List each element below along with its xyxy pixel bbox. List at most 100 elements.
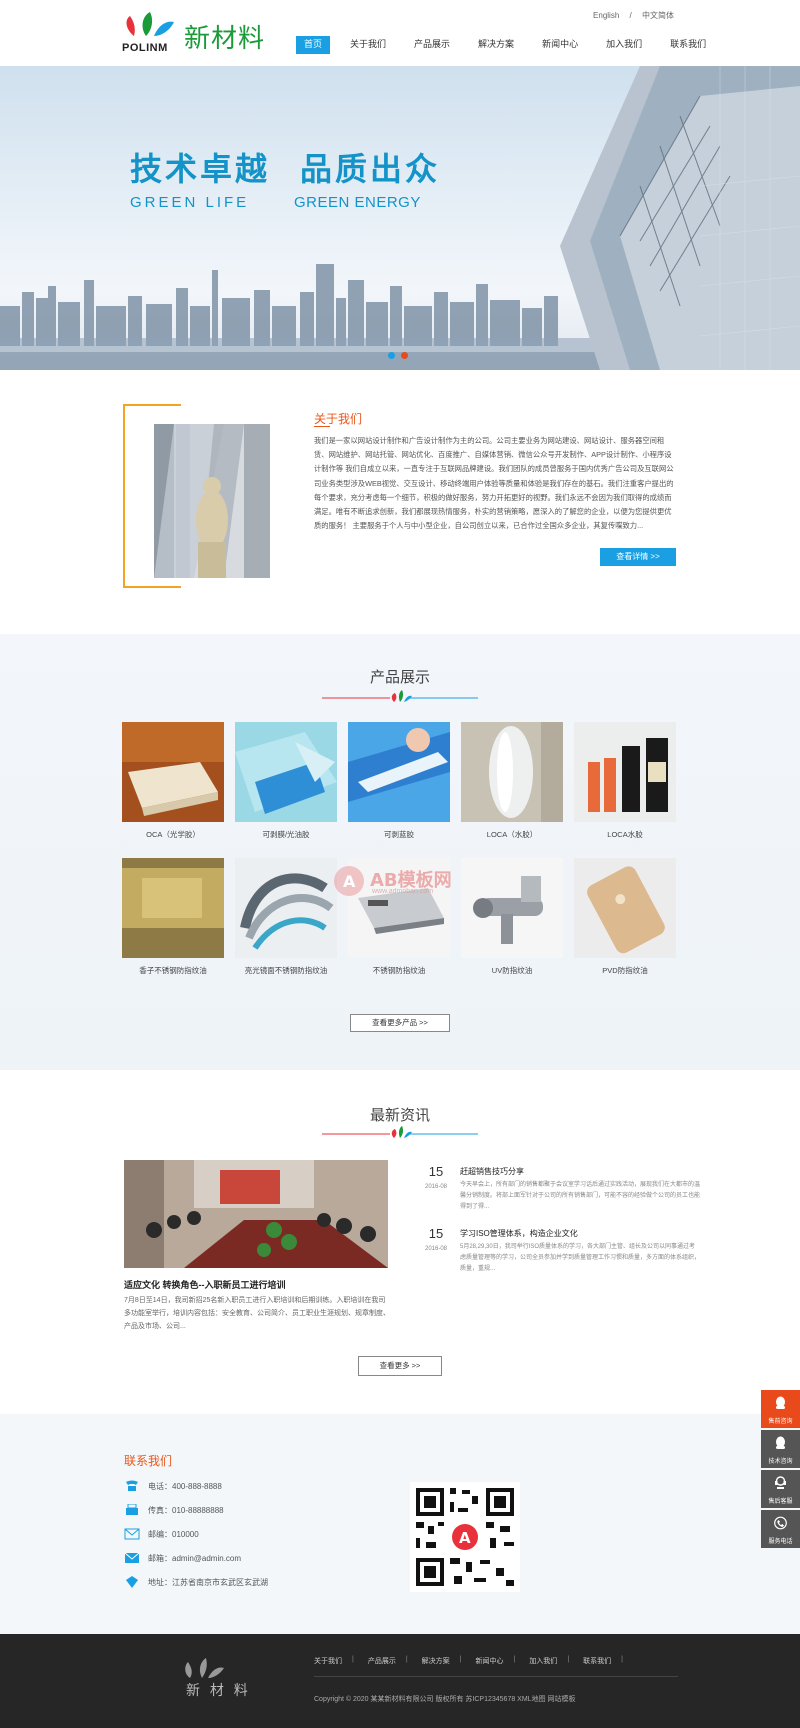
contact-address-text: 地址：江苏省南京市玄武区玄武湖	[148, 1577, 268, 1587]
news-title-ornament-icon	[322, 1126, 478, 1138]
banner-title-right: 品质出众	[300, 150, 441, 188]
nav-solutions[interactable]: 解决方案	[478, 36, 514, 54]
footer-nav-about[interactable]: 关于我们	[314, 1656, 342, 1666]
footer-copyright: Copyright © 2020 某某新材料有限公司 版权所有 苏ICP1234…	[314, 1696, 576, 1703]
products-more-button[interactable]: 查看更多产品 >>	[350, 1014, 450, 1032]
mail-icon	[124, 1552, 140, 1563]
footer-divider	[314, 1676, 678, 1677]
news-main-image[interactable]	[124, 1160, 388, 1268]
hero-banner: 技术卓越 品质出众 GREEN LIFE GREEN ENERGY	[0, 66, 800, 370]
banner-dot-2[interactable]	[401, 352, 408, 359]
footer-nav-separator: |	[352, 1656, 354, 1663]
svg-text:A: A	[459, 1529, 471, 1547]
nav-products[interactable]: 产品展示	[414, 36, 450, 54]
product-item[interactable]: OCA（光学胶）	[122, 722, 224, 840]
news-main-title[interactable]: 适应文化 转换角色--入职新员工进行培训	[124, 1278, 286, 1291]
side-phone-button[interactable]: 服务电话	[761, 1510, 800, 1548]
product-item[interactable]: PVD防指纹油	[574, 858, 676, 976]
banner-dot-1[interactable]	[388, 352, 395, 359]
news-item-text: 5月28,29,30日，我司举行ISO质量体系的学习，各大部门主管、组长及公司以…	[460, 1244, 701, 1272]
banner-sub-left: GREEN LIFE	[130, 194, 250, 211]
lang-english-link[interactable]: English	[593, 11, 619, 20]
product-caption[interactable]: UV防指纹油	[461, 965, 563, 976]
product-image[interactable]	[235, 858, 337, 958]
contact-postcode: 邮编：010000	[124, 1528, 199, 1540]
phone-icon	[126, 1480, 138, 1491]
news-day: 15	[428, 1164, 444, 1179]
product-image[interactable]	[122, 722, 224, 822]
product-caption[interactable]: LOCA（水胶）	[461, 829, 563, 840]
news-item-title[interactable]: 学习ISO管理体系，构造企业文化	[460, 1228, 578, 1239]
side-float-bar: 售前咨询 技术咨询 售后客服 服务电话	[761, 1390, 800, 1550]
side-presale-button[interactable]: 售前咨询	[761, 1390, 800, 1428]
banner-title-left: 技术卓越	[130, 150, 271, 188]
about-title-underline	[314, 426, 330, 427]
watermark-logo-icon: A	[334, 866, 364, 896]
about-title: 关于我们	[314, 412, 363, 426]
footer-nav-separator: |	[567, 1656, 570, 1663]
nav-about[interactable]: 关于我们	[350, 36, 386, 54]
side-aftersale-button[interactable]: 售后客服	[761, 1470, 800, 1508]
product-image[interactable]	[122, 858, 224, 958]
site-logo[interactable]: POLINM 新材料	[122, 10, 272, 54]
about-more-button[interactable]: 查看详情 >>	[600, 548, 676, 566]
qq-icon	[776, 1396, 785, 1409]
watermark-url: www.admoban.com	[372, 888, 434, 895]
product-item[interactable]: 香子不锈钢防指纹油	[122, 858, 224, 976]
nav-news[interactable]: 新闻中心	[542, 36, 578, 54]
news-item-title[interactable]: 赶超销售技巧分享	[460, 1166, 524, 1177]
footer-nav-join[interactable]: 加入我们	[529, 1656, 557, 1666]
nav-contact[interactable]: 联系我们	[670, 36, 706, 54]
product-item[interactable]: 可剥膜/光油胶	[235, 722, 337, 840]
news-day: 15	[428, 1226, 444, 1241]
footer-nav-contact[interactable]: 联系我们	[583, 1656, 611, 1666]
news-title: 最新资讯	[369, 1107, 430, 1124]
product-item[interactable]: LOCA水胶	[574, 722, 676, 840]
about-image-frame-bottom	[123, 586, 181, 588]
main-nav: 首页 关于我们 产品展示 解决方案 新闻中心 加入我们 联系我们	[296, 36, 734, 54]
product-image[interactable]	[235, 722, 337, 822]
product-item[interactable]: 可剥蓝胶	[348, 722, 450, 840]
footer-nav-solutions[interactable]: 解决方案	[422, 1656, 450, 1666]
products-section: 产品展示	[0, 634, 800, 1070]
product-caption[interactable]: OCA（光学胶）	[122, 829, 224, 840]
contact-email-text[interactable]: 邮箱：admin@admin.com	[148, 1553, 241, 1564]
banner-sub-right: GREEN ENERGY	[294, 194, 421, 211]
product-caption[interactable]: 可剥蓝胶	[348, 829, 450, 840]
products-title-ornament-icon	[322, 690, 478, 702]
qr-code: A	[410, 1482, 520, 1592]
product-caption[interactable]: 可剥膜/光油胶	[235, 829, 337, 840]
product-item[interactable]: 亮光镜面不锈钢防指纹油	[235, 858, 337, 976]
product-image[interactable]	[574, 722, 676, 822]
footer-nav-news[interactable]: 新闻中心	[475, 1656, 503, 1666]
product-caption[interactable]: 亮光镜面不锈钢防指纹油	[235, 965, 337, 976]
fax-icon	[126, 1504, 138, 1515]
product-item[interactable]: LOCA（水胶）	[461, 722, 563, 840]
news-date: 2016-08	[424, 1184, 448, 1190]
product-image[interactable]	[461, 722, 563, 822]
news-main-text: 7月8日至14日，我司新招25名新入职员工进行入职培训和后期训练。入职培训在我司…	[124, 1297, 390, 1330]
product-caption[interactable]: 香子不锈钢防指纹油	[122, 965, 224, 976]
product-image[interactable]	[574, 858, 676, 958]
product-caption[interactable]: 不锈钢防指纹油	[348, 965, 450, 976]
banner-skyline-image	[0, 66, 800, 370]
product-image[interactable]	[348, 722, 450, 822]
news-more-button[interactable]: 查看更多 >>	[358, 1356, 442, 1376]
logo-text-cn: 新材料	[184, 24, 266, 54]
postcode-icon	[124, 1528, 140, 1540]
product-caption[interactable]: PVD防指纹油	[574, 965, 676, 976]
lang-chinese-link[interactable]: 中文简体	[642, 11, 674, 20]
footer-nav-separator: |	[405, 1656, 408, 1663]
side-phone-label: 服务电话	[768, 1539, 793, 1545]
side-presale-label: 售前咨询	[768, 1419, 793, 1425]
svg-text:A: A	[343, 872, 356, 891]
nav-join[interactable]: 加入我们	[606, 36, 642, 54]
footer-nav-products[interactable]: 产品展示	[368, 1656, 396, 1666]
language-switch: English / 中文简体	[589, 10, 678, 21]
product-caption[interactable]: LOCA水胶	[574, 829, 676, 840]
nav-home[interactable]: 首页	[296, 36, 331, 54]
footer-nav-separator: |	[621, 1656, 623, 1663]
footer-nav-separator: |	[459, 1656, 462, 1663]
contact-phone-text: 电话：400-888-8888	[148, 1481, 222, 1491]
side-tech-button[interactable]: 技术咨询	[761, 1430, 800, 1468]
